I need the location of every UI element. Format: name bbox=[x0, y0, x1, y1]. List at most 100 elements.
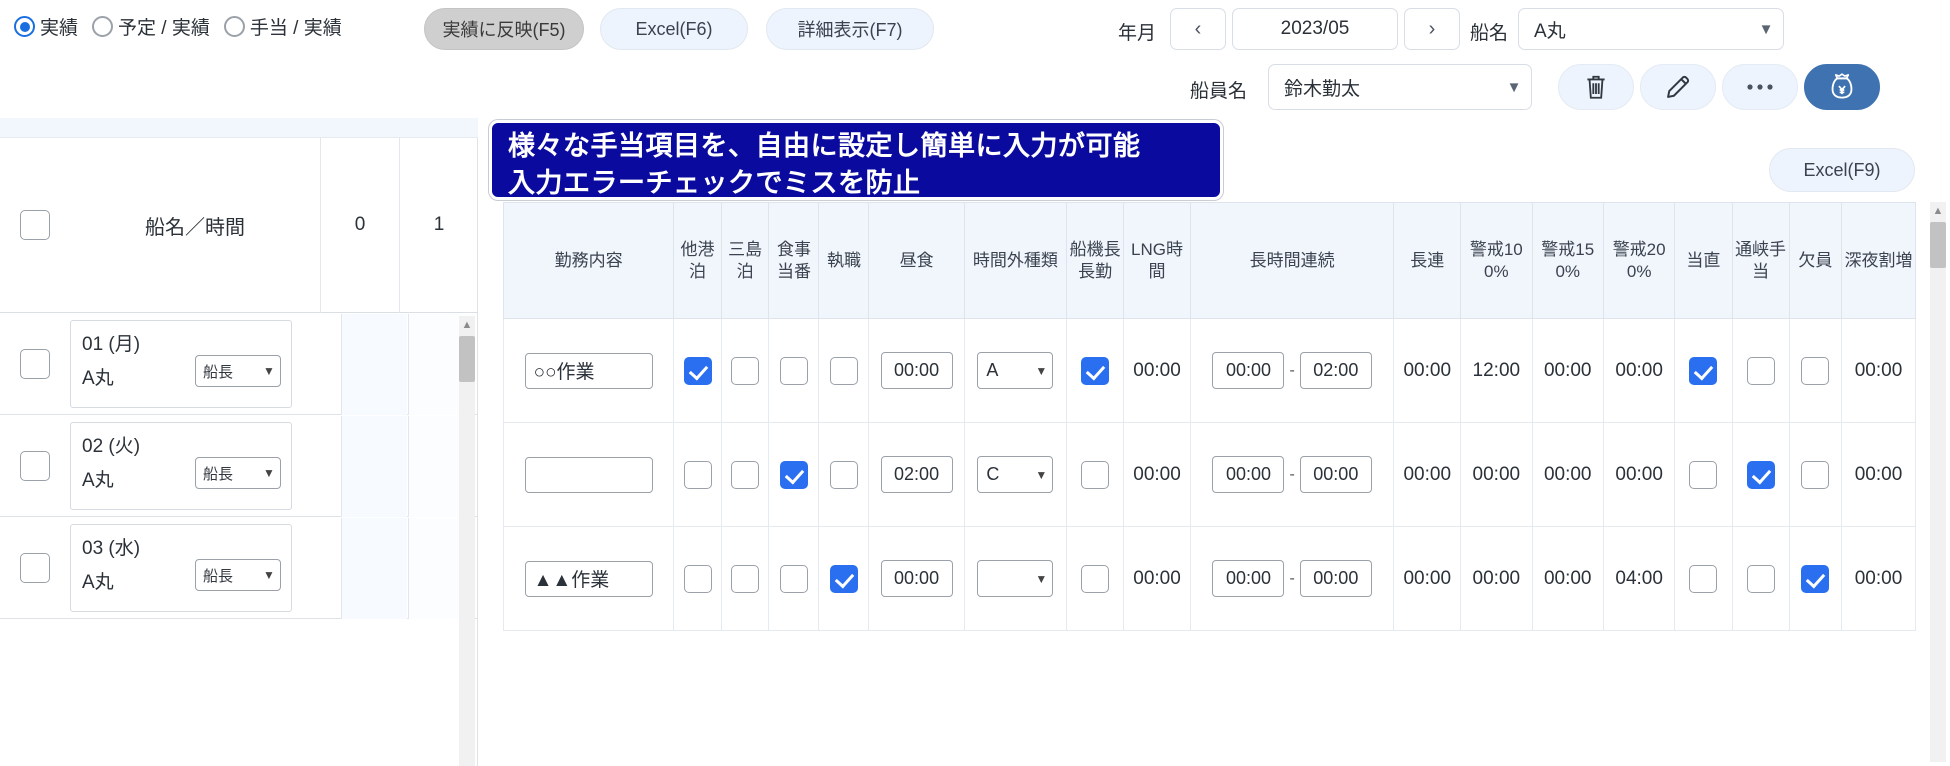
strait-allowance-checkbox[interactable] bbox=[1747, 565, 1775, 593]
cell-lng-time[interactable]: 00:00 bbox=[1124, 423, 1191, 527]
cell-meal-duty[interactable] bbox=[769, 319, 819, 423]
table-scrollbar[interactable] bbox=[1930, 202, 1946, 762]
cell-lunch[interactable]: 02:00 bbox=[869, 423, 964, 527]
cell-vacancy[interactable] bbox=[1789, 319, 1841, 423]
schedule-row-role-select[interactable]: 船長 ▼ bbox=[195, 457, 281, 489]
lunch-time-input[interactable]: 02:00 bbox=[881, 456, 953, 493]
cell-overtime-type[interactable]: C ▼ bbox=[964, 423, 1066, 527]
radio-dot-icon[interactable] bbox=[224, 16, 245, 37]
office-duty-checkbox[interactable] bbox=[830, 461, 858, 489]
work-content-input[interactable] bbox=[525, 457, 653, 493]
scroll-up-arrow-icon[interactable]: ▲ bbox=[1930, 202, 1946, 220]
reflect-to-actual-button[interactable]: 実績に反映(F5) bbox=[424, 8, 584, 50]
mishima-checkbox[interactable] bbox=[731, 461, 759, 489]
long-continuous-to-input[interactable]: 02:00 bbox=[1300, 352, 1372, 389]
long-continuous-from-input[interactable]: 00:00 bbox=[1212, 560, 1284, 597]
mishima-checkbox[interactable] bbox=[731, 565, 759, 593]
hour-cell-0[interactable] bbox=[341, 314, 407, 415]
cell-long-continuous[interactable]: 00:00 - 00:00 bbox=[1190, 527, 1394, 631]
lunch-time-input[interactable]: 00:00 bbox=[881, 560, 953, 597]
work-content-input[interactable] bbox=[525, 353, 653, 389]
cell-alert-200[interactable]: 04:00 bbox=[1603, 527, 1674, 631]
captain-long-checkbox[interactable] bbox=[1081, 565, 1109, 593]
yearmonth-value-field[interactable]: 2023/05 bbox=[1232, 8, 1398, 50]
cell-night-premium[interactable]: 00:00 bbox=[1842, 527, 1916, 631]
left-panel-scrollbar[interactable] bbox=[459, 316, 475, 766]
yearmonth-prev-button[interactable]: ‹ bbox=[1170, 8, 1226, 50]
other-port-checkbox[interactable] bbox=[684, 565, 712, 593]
cell-vacancy[interactable] bbox=[1789, 527, 1841, 631]
cell-alert-100[interactable]: 00:00 bbox=[1461, 423, 1532, 527]
row-checkbox[interactable] bbox=[20, 553, 50, 583]
cell-office-duty[interactable] bbox=[819, 423, 869, 527]
schedule-row-card[interactable]: 02 (火) A丸 船長 ▼ bbox=[70, 422, 292, 510]
meal-duty-checkbox[interactable] bbox=[780, 565, 808, 593]
cell-work-content[interactable] bbox=[504, 423, 674, 527]
table-scrollbar-thumb[interactable] bbox=[1930, 222, 1946, 268]
detail-view-f7-button[interactable]: 詳細表示(F7) bbox=[766, 8, 934, 50]
cell-mishima-stay[interactable] bbox=[721, 527, 769, 631]
cell-alert-200[interactable]: 00:00 bbox=[1603, 423, 1674, 527]
watch-duty-checkbox[interactable] bbox=[1689, 461, 1717, 489]
cell-other-port-stay[interactable] bbox=[674, 527, 722, 631]
overtime-type-select[interactable]: C ▼ bbox=[977, 456, 1053, 493]
cell-lng-time[interactable]: 00:00 bbox=[1124, 527, 1191, 631]
office-duty-checkbox[interactable] bbox=[830, 565, 858, 593]
row-checkbox[interactable] bbox=[20, 349, 50, 379]
lunch-time-input[interactable]: 00:00 bbox=[881, 352, 953, 389]
cell-captain-long-duty[interactable] bbox=[1067, 423, 1124, 527]
cell-other-port-stay[interactable] bbox=[674, 423, 722, 527]
cell-long-continuous[interactable]: 00:00 - 00:00 bbox=[1190, 423, 1394, 527]
vacancy-checkbox[interactable] bbox=[1801, 565, 1829, 593]
cell-long-total[interactable]: 00:00 bbox=[1394, 319, 1461, 423]
radio-option-teate-jisseki[interactable]: 手当 / 実績 bbox=[224, 13, 342, 40]
office-duty-checkbox[interactable] bbox=[830, 357, 858, 385]
long-continuous-to-input[interactable]: 00:00 bbox=[1300, 456, 1372, 493]
cell-strait-allowance[interactable] bbox=[1732, 423, 1789, 527]
cell-captain-long-duty[interactable] bbox=[1067, 319, 1124, 423]
cell-overtime-type[interactable]: ▼ bbox=[964, 527, 1066, 631]
cell-alert-200[interactable]: 00:00 bbox=[1603, 319, 1674, 423]
cell-captain-long-duty[interactable] bbox=[1067, 527, 1124, 631]
left-panel-scrollbar-thumb[interactable] bbox=[459, 336, 475, 382]
cell-night-premium[interactable]: 00:00 bbox=[1842, 319, 1916, 423]
cell-alert-100[interactable]: 00:00 bbox=[1461, 527, 1532, 631]
select-all-checkbox[interactable] bbox=[20, 210, 50, 240]
cell-watch-duty[interactable] bbox=[1675, 527, 1732, 631]
schedule-row[interactable]: 01 (月) A丸 船長 ▼ bbox=[0, 314, 478, 415]
schedule-row-card[interactable]: 01 (月) A丸 船長 ▼ bbox=[70, 320, 292, 408]
delete-button[interactable] bbox=[1558, 64, 1634, 110]
hour-cell-0[interactable] bbox=[341, 416, 407, 517]
overtime-type-select[interactable]: A ▼ bbox=[977, 352, 1053, 389]
long-continuous-from-input[interactable]: 00:00 bbox=[1212, 456, 1284, 493]
cell-lunch[interactable]: 00:00 bbox=[869, 527, 964, 631]
crewname-select[interactable]: 鈴木勤太 ▼ bbox=[1268, 64, 1532, 110]
cell-alert-150[interactable]: 00:00 bbox=[1532, 423, 1603, 527]
schedule-row-role-select[interactable]: 船長 ▼ bbox=[195, 355, 281, 387]
cell-alert-100[interactable]: 12:00 bbox=[1461, 319, 1532, 423]
schedule-row[interactable]: 03 (水) A丸 船長 ▼ bbox=[0, 518, 478, 619]
long-continuous-from-input[interactable]: 00:00 bbox=[1212, 352, 1284, 389]
strait-allowance-checkbox[interactable] bbox=[1747, 461, 1775, 489]
excel-f6-button[interactable]: Excel(F6) bbox=[600, 8, 748, 50]
cell-strait-allowance[interactable] bbox=[1732, 319, 1789, 423]
cell-night-premium[interactable]: 00:00 bbox=[1842, 423, 1916, 527]
cell-long-total[interactable]: 00:00 bbox=[1394, 527, 1461, 631]
work-content-input[interactable] bbox=[525, 561, 653, 597]
cell-alert-150[interactable]: 00:00 bbox=[1532, 527, 1603, 631]
yearmonth-next-button[interactable]: › bbox=[1404, 8, 1460, 50]
other-port-checkbox[interactable] bbox=[684, 461, 712, 489]
row-checkbox[interactable] bbox=[20, 451, 50, 481]
more-options-button[interactable] bbox=[1722, 64, 1798, 110]
strait-allowance-checkbox[interactable] bbox=[1747, 357, 1775, 385]
cell-meal-duty[interactable] bbox=[769, 527, 819, 631]
cell-work-content[interactable] bbox=[504, 527, 674, 631]
meal-duty-checkbox[interactable] bbox=[780, 357, 808, 385]
watch-duty-checkbox[interactable] bbox=[1689, 357, 1717, 385]
radio-option-yotei-jisseki[interactable]: 予定 / 実績 bbox=[92, 13, 210, 40]
cell-watch-duty[interactable] bbox=[1675, 423, 1732, 527]
cell-work-content[interactable] bbox=[504, 319, 674, 423]
cell-vacancy[interactable] bbox=[1789, 423, 1841, 527]
mishima-checkbox[interactable] bbox=[731, 357, 759, 385]
schedule-row[interactable]: 02 (火) A丸 船長 ▼ bbox=[0, 416, 478, 517]
